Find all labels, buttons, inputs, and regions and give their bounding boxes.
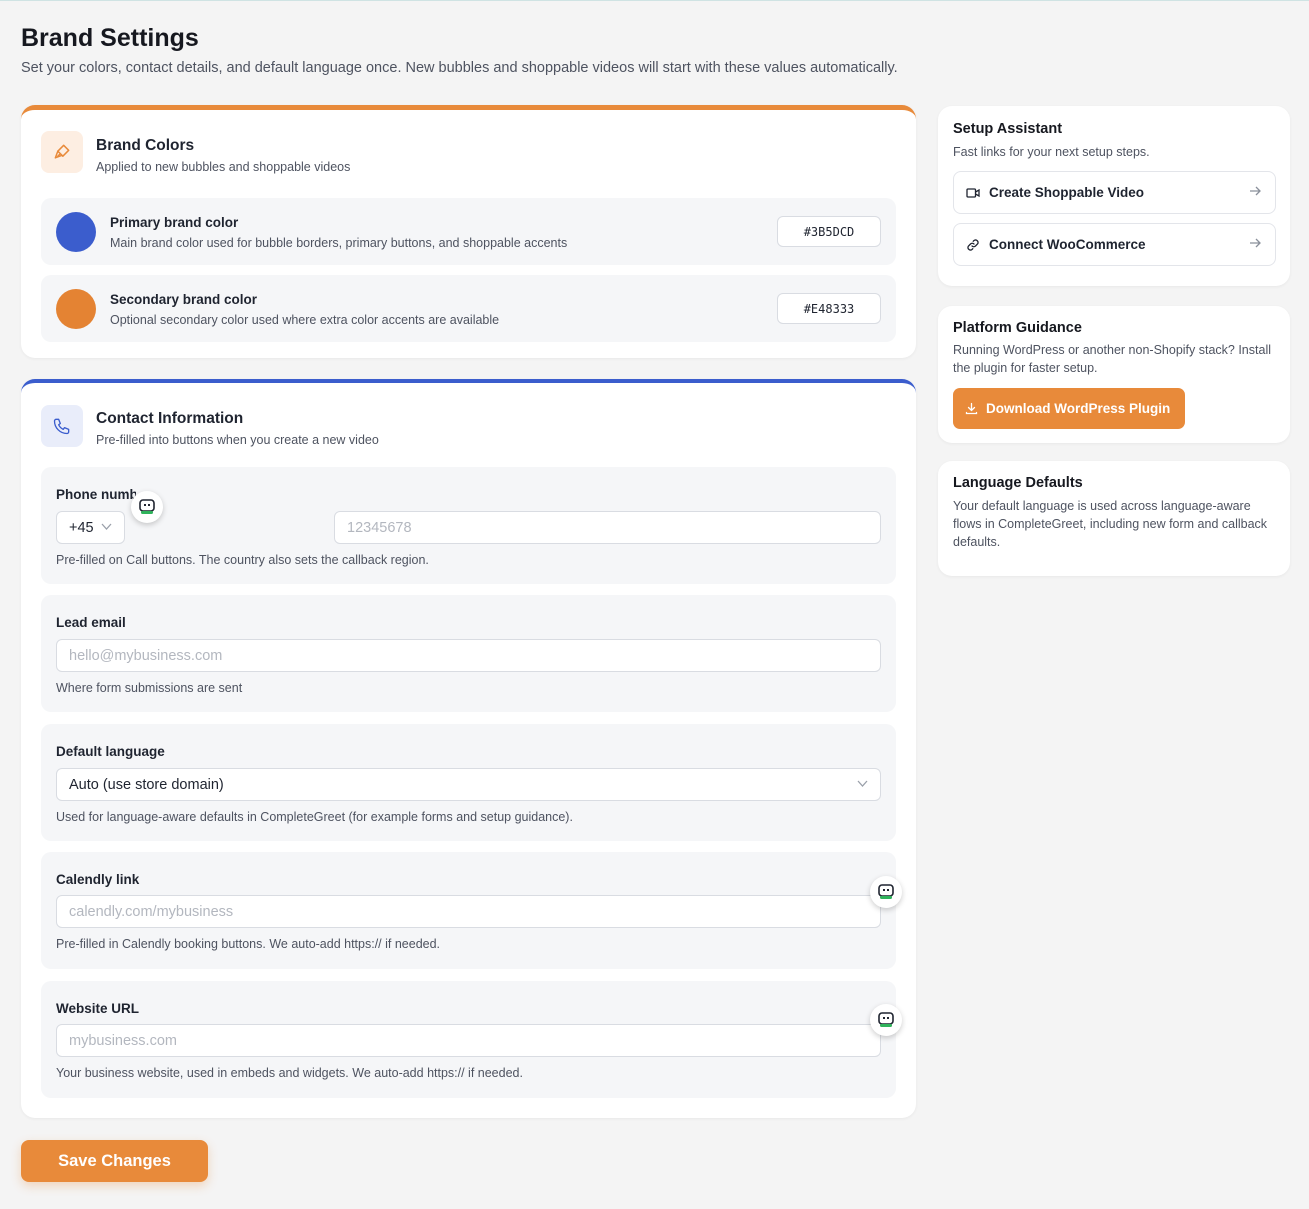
brand-colors-title: Brand Colors [96,137,195,154]
phone-field-block: Phone number +45 12345678 Pre-filled on … [41,467,896,584]
secondary-color-swatch[interactable] [56,289,96,329]
bot-assistant-icon[interactable] [131,491,163,523]
email-field-block: Lead email hello@mybusiness.com Where fo… [41,595,896,712]
connect-woocommerce-label: Connect WooCommerce [989,237,1146,252]
email-help: Where form submissions are sent [56,681,243,695]
create-shoppable-video-link[interactable]: Create Shoppable Video [953,171,1276,214]
language-defaults-text: Your default language is used across lan… [953,499,1268,549]
website-input[interactable]: mybusiness.com [56,1024,881,1057]
save-changes-button[interactable]: Save Changes [21,1140,208,1182]
secondary-color-hex-input[interactable]: #E48333 [777,293,881,324]
country-code-select[interactable]: +45 [56,511,125,544]
arrow-right-icon [1250,186,1261,196]
download-wordpress-plugin-label: Download WordPress Plugin [986,401,1171,416]
page-subtitle: Set your colors, contact details, and de… [21,60,898,76]
connect-woocommerce-link[interactable]: Connect WooCommerce [953,223,1276,266]
language-defaults-card: Language Defaults Your default language … [938,461,1290,576]
phone-label: Phone number [56,487,136,502]
contact-information-card: Contact Information Pre-filled into butt… [21,379,916,1118]
video-icon [966,187,980,198]
platform-guidance-text: Running WordPress or another non-Shopify… [953,343,1271,375]
calendly-field-block: Calendly link calendly.com/mybusiness Pr… [41,852,896,969]
link-icon [967,238,979,251]
create-shoppable-video-label: Create Shoppable Video [989,185,1145,200]
brush-icon [41,131,83,173]
platform-guidance-card: Platform Guidance Running WordPress or a… [938,306,1290,443]
phone-input[interactable]: 12345678 [334,511,881,544]
bot-assistant-icon[interactable] [870,876,902,908]
primary-color-title: Primary brand color [110,215,239,230]
language-help: Used for language-aware defaults in Comp… [56,810,573,824]
platform-guidance-title: Platform Guidance [953,320,1082,336]
primary-color-swatch[interactable] [56,212,96,252]
secondary-color-row: Secondary brand color Optional secondary… [41,275,896,342]
email-label: Lead email [56,615,126,630]
calendly-input[interactable]: calendly.com/mybusiness [56,895,881,928]
setup-assistant-title: Setup Assistant [953,121,1063,137]
brand-colors-card: Brand Colors Applied to new bubbles and … [21,105,916,358]
chevron-down-icon [857,780,868,787]
phone-help: Pre-filled on Call buttons. The country … [56,553,429,567]
lead-email-input[interactable]: hello@mybusiness.com [56,639,881,672]
download-wordpress-plugin-button[interactable]: Download WordPress Plugin [953,388,1185,429]
arrow-right-icon [1250,238,1261,248]
secondary-color-title: Secondary brand color [110,292,258,307]
contact-subtitle: Pre-filled into buttons when you create … [96,433,379,447]
website-help: Your business website, used in embeds an… [56,1066,523,1080]
language-defaults-title: Language Defaults [953,475,1083,491]
contact-title: Contact Information [96,410,244,427]
download-icon [965,402,978,415]
website-label: Website URL [56,1001,140,1016]
calendly-help: Pre-filled in Calendly booking buttons. … [56,937,441,951]
setup-assistant-card: Setup Assistant Fast links for your next… [938,106,1290,286]
brand-colors-subtitle: Applied to new bubbles and shoppable vid… [96,160,351,174]
chevron-down-icon [101,523,112,530]
country-code-value: +45 [69,519,94,536]
language-field-block: Default language Auto (use store domain)… [41,724,896,841]
website-field-block: Website URL mybusiness.com Your business… [41,981,896,1098]
top-border [0,0,1309,1]
setup-assistant-subtitle: Fast links for your next setup steps. [953,145,1150,159]
bot-assistant-icon[interactable] [870,1004,902,1036]
primary-color-row: Primary brand color Main brand color use… [41,198,896,265]
default-language-select[interactable]: Auto (use store domain) [56,768,881,801]
phone-icon [41,405,83,447]
calendly-label: Calendly link [56,872,140,887]
secondary-color-description: Optional secondary color used where extr… [110,313,500,327]
primary-color-hex-input[interactable]: #3B5DCD [777,216,881,247]
primary-color-description: Main brand color used for bubble borders… [110,236,568,250]
page-title: Brand Settings [21,24,199,52]
language-label: Default language [56,744,165,759]
